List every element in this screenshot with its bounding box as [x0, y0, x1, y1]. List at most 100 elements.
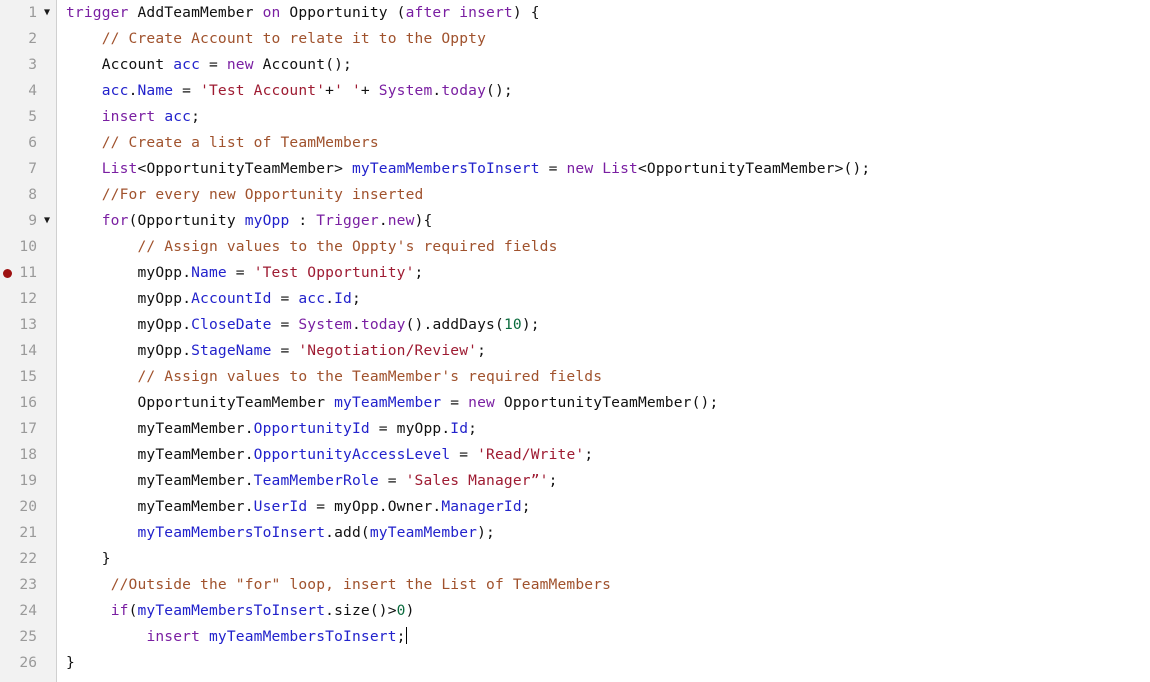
code-text[interactable]: myOpp.CloseDate = System.today().addDays… [66, 312, 540, 338]
code-line[interactable]: 4 acc.Name = 'Test Account'+' '+ System.… [0, 78, 1150, 104]
code-text[interactable]: insert myTeamMembersToInsert; [66, 624, 407, 650]
code-line[interactable]: 20 myTeamMember.UserId = myOpp.Owner.Man… [0, 494, 1150, 520]
code-text[interactable]: //Outside the "for" loop, insert the Lis… [66, 572, 611, 598]
code-line[interactable]: 8 //For every new Opportunity inserted [0, 182, 1150, 208]
fold-collapse-icon[interactable]: ▼ [40, 0, 54, 26]
code-line[interactable]: 11 myOpp.Name = 'Test Opportunity'; [0, 260, 1150, 286]
code-text[interactable]: myTeamMember.TeamMemberRole = 'Sales Man… [66, 468, 558, 494]
token-kw: new [387, 212, 415, 229]
token-var: acc [164, 108, 192, 125]
token-pun: = [173, 82, 201, 99]
code-text[interactable]: OpportunityTeamMember myTeamMember = new… [66, 390, 719, 416]
gutter-cell[interactable]: 17 [0, 416, 57, 442]
code-line[interactable]: 21 myTeamMembersToInsert.add(myTeamMembe… [0, 520, 1150, 546]
code-line[interactable]: 15 // Assign values to the TeamMember's … [0, 364, 1150, 390]
code-text[interactable]: myTeamMember.UserId = myOpp.Owner.Manage… [66, 494, 531, 520]
gutter-cell[interactable]: 11 [0, 260, 57, 286]
code-text[interactable]: myTeamMember.OpportunityId = myOpp.Id; [66, 416, 477, 442]
code-text[interactable]: // Assign values to the Oppty's required… [66, 234, 558, 260]
token-pun: > [334, 160, 352, 177]
code-line[interactable]: 22 } [0, 546, 1150, 572]
token-pun: = [271, 342, 299, 359]
gutter-cell[interactable]: 5 [0, 104, 57, 130]
gutter-cell[interactable]: 1 ▼ [0, 0, 57, 26]
gutter-cell[interactable]: 9 ▼ [0, 208, 57, 234]
code-text[interactable]: if(myTeamMembersToInsert.size()>0) [66, 598, 415, 624]
gutter-cell[interactable]: 10 [0, 234, 57, 260]
fold-collapse-icon[interactable]: ▼ [40, 208, 54, 234]
gutter-cell[interactable]: 20 [0, 494, 57, 520]
gutter-cell[interactable]: 14 [0, 338, 57, 364]
code-text[interactable]: myTeamMember.OpportunityAccessLevel = 'R… [66, 442, 594, 468]
code-line[interactable]: 9 ▼ for(Opportunity myOpp : Trigger.new){ [0, 208, 1150, 234]
token-pun: = [271, 316, 299, 333]
gutter-cell[interactable]: 15 [0, 364, 57, 390]
code-line[interactable]: 6 // Create a list of TeamMembers [0, 130, 1150, 156]
code-line[interactable]: 26} [0, 650, 1150, 676]
code-text[interactable]: myOpp.AccountId = acc.Id; [66, 286, 361, 312]
code-editor[interactable]: 1 ▼ trigger AddTeamMember on Opportunity (… [0, 0, 1150, 682]
code-line[interactable]: 1 ▼ trigger AddTeamMember on Opportunity (… [0, 0, 1150, 26]
code-line[interactable]: 2 // Create Account to relate it to the … [0, 26, 1150, 52]
code-text[interactable]: insert acc; [66, 104, 200, 130]
code-text[interactable]: } [66, 650, 75, 676]
code-text[interactable]: } [66, 546, 111, 572]
code-text[interactable]: //For every new Opportunity inserted [66, 182, 424, 208]
code-line[interactable]: 5 insert acc; [0, 104, 1150, 130]
gutter-cell[interactable]: 18 [0, 442, 57, 468]
gutter-cell[interactable]: 2 [0, 26, 57, 52]
code-line[interactable]: 19 myTeamMember.TeamMemberRole = 'Sales … [0, 468, 1150, 494]
gutter-cell[interactable]: 19 [0, 468, 57, 494]
code-line[interactable]: 16 OpportunityTeamMember myTeamMember = … [0, 390, 1150, 416]
line-number: 10 [19, 238, 37, 255]
gutter-cell[interactable]: 12 [0, 286, 57, 312]
gutter-cell[interactable]: 6 [0, 130, 57, 156]
code-line[interactable]: 17 myTeamMember.OpportunityId = myOpp.Id… [0, 416, 1150, 442]
line-number: 24 [19, 602, 37, 619]
code-text[interactable]: acc.Name = 'Test Account'+' '+ System.to… [66, 78, 513, 104]
token-pun: . [244, 446, 254, 463]
code-line[interactable]: 7 List<OpportunityTeamMember> myTeamMemb… [0, 156, 1150, 182]
token-kw: on [262, 4, 281, 21]
token-typ: add [334, 524, 361, 541]
code-line[interactable]: 13 myOpp.CloseDate = System.today().addD… [0, 312, 1150, 338]
code-text[interactable]: // Create a list of TeamMembers [66, 130, 379, 156]
gutter-cell[interactable]: 24 [0, 598, 57, 624]
code-line[interactable]: 14 myOpp.StageName = 'Negotiation/Review… [0, 338, 1150, 364]
gutter-cell[interactable]: 21 [0, 520, 57, 546]
code-text[interactable]: List<OpportunityTeamMember> myTeamMember… [66, 156, 870, 182]
gutter-cell[interactable]: 3 [0, 52, 57, 78]
gutter-cell[interactable]: 4 [0, 78, 57, 104]
gutter-cell[interactable]: 25 [0, 624, 57, 650]
token-pun: ( [360, 524, 370, 541]
code-line[interactable]: 24 if(myTeamMembersToInsert.size()>0) [0, 598, 1150, 624]
code-text[interactable]: myOpp.StageName = 'Negotiation/Review'; [66, 338, 486, 364]
token-var: OpportunityId [253, 420, 370, 437]
gutter-cell[interactable]: 13 [0, 312, 57, 338]
token-pun [129, 4, 138, 21]
token-var: myTeamMembersToInsert [209, 628, 397, 645]
gutter-cell[interactable]: 22 [0, 546, 57, 572]
code-text[interactable]: trigger AddTeamMember on Opportunity (af… [66, 0, 540, 26]
code-text[interactable]: for(Opportunity myOpp : Trigger.new){ [66, 208, 433, 234]
code-text[interactable]: myOpp.Name = 'Test Opportunity'; [66, 260, 424, 286]
gutter-cell[interactable]: 26 [0, 650, 57, 676]
token-typ: OpportunityTeamMember [646, 160, 835, 177]
code-text[interactable]: // Assign values to the TeamMember's req… [66, 364, 603, 390]
gutter-cell[interactable]: 16 [0, 390, 57, 416]
token-pun [66, 134, 102, 151]
code-text[interactable]: myTeamMembersToInsert.add(myTeamMember); [66, 520, 495, 546]
breakpoint-icon[interactable] [3, 269, 12, 278]
code-line[interactable]: 18 myTeamMember.OpportunityAccessLevel =… [0, 442, 1150, 468]
gutter-cell[interactable]: 7 [0, 156, 57, 182]
gutter-cell[interactable]: 8 [0, 182, 57, 208]
code-line[interactable]: 12 myOpp.AccountId = acc.Id; [0, 286, 1150, 312]
code-text[interactable]: // Create Account to relate it to the Op… [66, 26, 486, 52]
code-line[interactable]: 25 insert myTeamMembersToInsert; [0, 624, 1150, 650]
code-line[interactable]: 10 // Assign values to the Oppty's requi… [0, 234, 1150, 260]
code-line[interactable]: 23 //Outside the "for" loop, insert the … [0, 572, 1150, 598]
token-pun: . [182, 342, 192, 359]
code-text[interactable]: Account acc = new Account(); [66, 52, 352, 78]
gutter-cell[interactable]: 23 [0, 572, 57, 598]
code-line[interactable]: 3 Account acc = new Account(); [0, 52, 1150, 78]
